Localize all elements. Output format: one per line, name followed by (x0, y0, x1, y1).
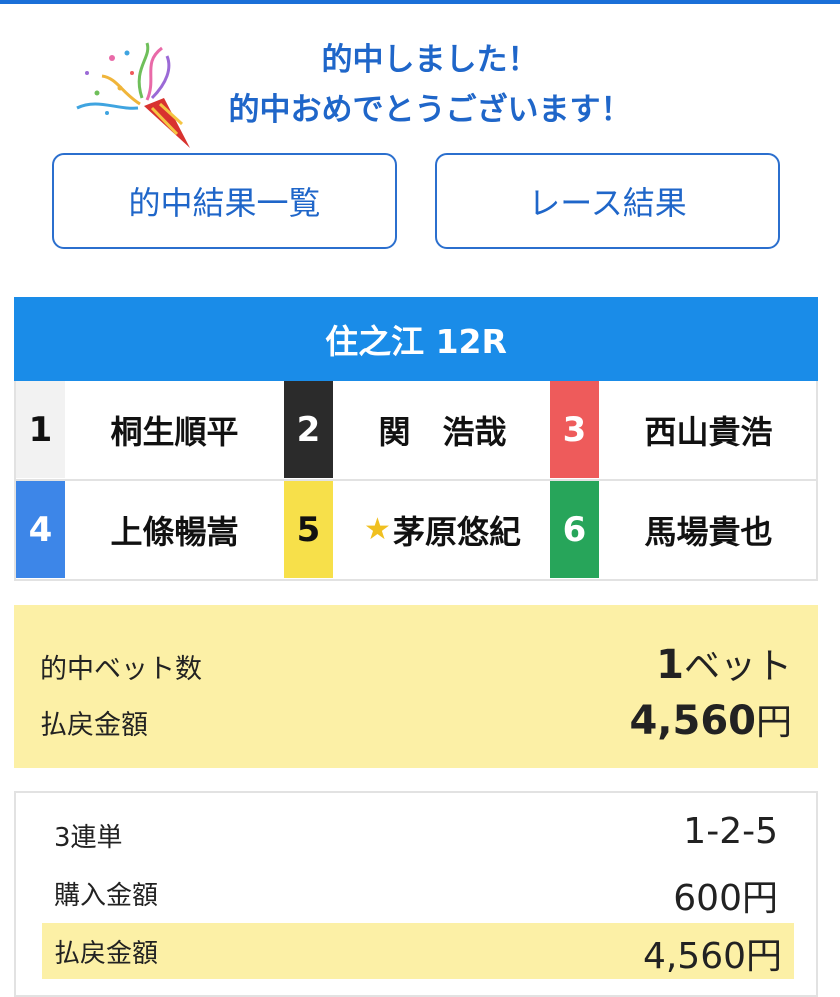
racer-cell: 5 ★ 茅原悠紀 (284, 481, 552, 578)
lane-number: 5 (284, 481, 333, 578)
purchase-row: 購入金額 600円 (16, 865, 816, 921)
purchase-value: 600円 (673, 878, 778, 919)
detail-payout-value: 4,560円 (642, 936, 782, 977)
top-border (0, 0, 840, 4)
congrats-banner: 的中しました！ 的中おめでとうございます！ (0, 30, 840, 148)
racer-name: 上條暢嵩 (110, 512, 239, 551)
racer-cell: 4 上條暢嵩 (16, 481, 284, 578)
racer-name: 西山貴浩 (644, 412, 773, 451)
bet-detail: 3連単 1-2-5 購入金額 600円 払戻金額 4,560円 (14, 791, 818, 997)
payout-label: 払戻金額 (40, 710, 148, 741)
lane-number: 1 (16, 381, 65, 478)
racer-cell: 6 馬場貴也 (550, 481, 818, 578)
racer-cell: 2 関 浩哉 (284, 381, 552, 478)
race-results-button[interactable]: レース結果 (435, 153, 780, 249)
hit-summary: 的中ベット数 1ベット 払戻金額 4,560円 (14, 605, 818, 768)
lane-number: 2 (284, 381, 333, 478)
racer-grid: 1 桐生順平 2 関 浩哉 3 西山貴浩 4 上條暢嵩 5 ★ 茅原悠紀 6 馬場… (14, 381, 818, 581)
racer-name: 関 浩哉 (378, 412, 507, 451)
bets-value: 1ベット (656, 642, 792, 688)
racer-name: 桐生順平 (110, 412, 239, 451)
lane-number: 4 (16, 481, 65, 578)
purchase-label: 購入金額 (54, 881, 159, 911)
bet-type-row: 3連単 1-2-5 (16, 807, 816, 863)
lane-number: 3 (550, 381, 599, 478)
racer-cell: 3 西山貴浩 (550, 381, 818, 478)
payout-value: 4,560円 (629, 698, 792, 744)
racer-name: ★ 茅原悠紀 (364, 512, 521, 551)
race-title: 住之江 12R (14, 297, 818, 381)
bet-combination: 1-2-5 (683, 811, 778, 852)
bets-label: 的中ベット数 (40, 654, 202, 685)
lane-number: 6 (550, 481, 599, 578)
racer-name: 馬場貴也 (644, 512, 773, 551)
detail-payout-label: 払戻金額 (54, 939, 159, 969)
hit-results-list-button[interactable]: 的中結果一覧 (52, 153, 397, 249)
congrats-line1: 的中しました！ (321, 42, 539, 78)
racer-cell: 1 桐生順平 (16, 381, 284, 478)
bet-type-label: 3連単 (54, 823, 123, 853)
detail-payout-row: 払戻金額 4,560円 (42, 923, 794, 979)
congrats-line2: 的中おめでとうございます！ (228, 92, 632, 128)
star-icon: ★ (364, 512, 391, 547)
